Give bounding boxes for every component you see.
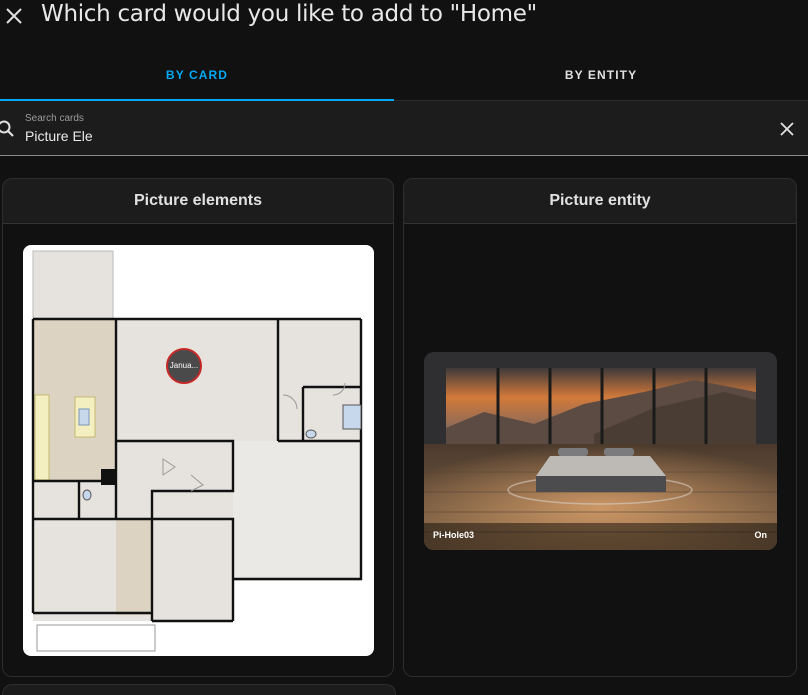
search-input[interactable]: Picture Ele (25, 128, 93, 144)
card-preview: Janua... (3, 224, 393, 676)
entity-name: Pi-Hole03 (433, 530, 475, 540)
dialog-header: Which card would you like to add to "Hom… (0, 0, 808, 36)
tab-bar: BY CARD BY ENTITY (0, 50, 808, 101)
floorplan-image: Janua... (23, 245, 374, 656)
card-title: Picture elements (3, 179, 393, 224)
search-label: Search cards (25, 113, 84, 124)
card-title: Picture entity (404, 179, 796, 224)
next-card-edge (2, 684, 396, 695)
search-icon (0, 120, 14, 137)
card-preview: Pi-Hole03 On (404, 224, 796, 676)
clear-icon[interactable] (778, 120, 796, 138)
card-picture-elements[interactable]: Picture elements Janua... (2, 178, 394, 677)
dialog-title: Which card would you like to add to "Hom… (41, 1, 537, 27)
search-field[interactable]: Search cards Picture Ele (0, 101, 808, 156)
entity-picture: Pi-Hole03 On (424, 352, 777, 550)
entity-badge: Janua... (166, 348, 202, 384)
floorplan-drawing (31, 250, 363, 652)
tab-by-entity[interactable]: BY ENTITY (394, 50, 808, 100)
bedroom-photo (424, 352, 777, 550)
close-icon[interactable] (2, 4, 26, 28)
tab-by-card[interactable]: BY CARD (0, 50, 394, 100)
card-picture-entity[interactable]: Picture entity Pi-Hole03 On (403, 178, 797, 677)
entity-state: On (754, 530, 768, 540)
entity-footer: Pi-Hole03 On (424, 523, 777, 550)
